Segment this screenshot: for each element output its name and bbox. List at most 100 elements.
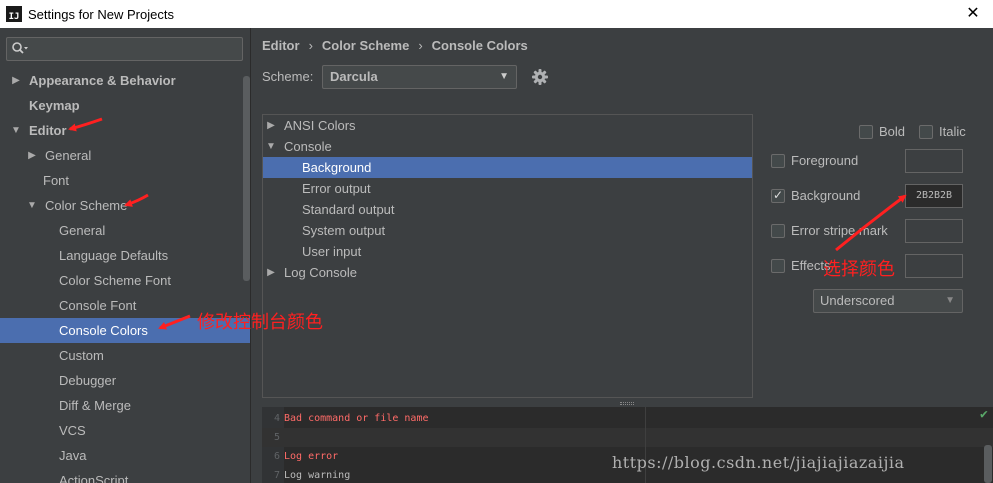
sidebar-item[interactable]: Custom [0,343,250,368]
sidebar-item[interactable]: ▶ Appearance & Behavior [0,68,250,93]
sidebar-item[interactable]: Debugger [0,368,250,393]
bold-label: Bold [879,124,906,139]
scheme-label: Scheme: [262,69,314,84]
sidebar-item-label: VCS [59,423,86,438]
preview-code-text: Bad command or file name [284,413,429,424]
color-element-label: Error output [302,181,371,196]
preview-line: 4 Bad command or file name [262,409,993,428]
background-color-swatch[interactable]: 2B2B2B [905,184,963,208]
checkmark-icon: ✔ [980,407,988,422]
foreground-checkbox[interactable] [771,154,785,168]
color-element-label: Background [302,160,372,175]
effects-checkbox[interactable] [771,259,785,273]
sidebar-item-label: Custom [59,348,104,363]
breadcrumb-color-scheme[interactable]: Color Scheme [322,36,409,56]
preview-code-text: Log error [284,451,339,462]
annotation-choose-color: 选择颜色 [823,259,895,280]
color-element-item[interactable]: Error output [263,178,752,199]
search-icon [12,42,28,54]
error-stripe-label: Error stripe mark [791,223,888,238]
sidebar-item-label: Language Defaults [59,248,169,263]
line-number: 7 [273,470,280,481]
line-number: 6 [273,451,280,462]
collapsed-arrow-icon[interactable]: ▶ [265,262,277,283]
settings-sidebar: ▶ Appearance & Behavior Keymap ▼ Editor ▶ Gene… [0,28,251,483]
intellij-logo-icon: IJ [6,6,22,22]
breadcrumb: Editor › Color Scheme › Console Colors [262,36,528,56]
sidebar-item[interactable]: ▼ Editor [0,118,250,143]
scheme-value: Darcula [330,69,378,84]
italic-checkbox[interactable] [919,125,933,139]
sidebar-item[interactable]: Keymap [0,93,250,118]
sidebar-item-label: Java [59,448,87,463]
settings-search-input[interactable] [6,37,243,61]
color-element-item[interactable]: Standard output [263,199,752,220]
sidebar-item-label: Appearance & Behavior [29,73,176,88]
sidebar-item-label: Console Font [59,298,137,313]
window-titlebar: IJ Settings for New Projects ✕ [0,0,993,28]
annotation-modify-console: 修改控制台颜色 [197,312,323,333]
line-number: 5 [273,432,280,443]
foreground-label: Foreground [791,153,859,168]
sidebar-item[interactable]: ActionScript [0,468,250,483]
sidebar-item-label: ActionScript [59,473,129,483]
sidebar-item[interactable]: ▼ Color Scheme [0,193,250,218]
sidebar-item[interactable]: Language Defaults [0,243,250,268]
breadcrumb-separator: › [418,38,423,53]
sidebar-item-label: Color Scheme [45,198,128,213]
color-element-item[interactable]: User input [263,241,752,262]
color-element-item[interactable]: ▶ Log Console [263,262,752,283]
close-window-button[interactable]: ✕ [963,4,983,24]
sidebar-item-label: Font [43,173,70,188]
chevron-down-icon: ▼ [945,295,955,306]
gear-icon[interactable] [531,68,549,86]
sidebar-item-label: Keymap [29,98,80,113]
effects-type-select[interactable]: Underscored ▼ [813,289,963,313]
breadcrumb-console-colors: Console Colors [431,38,528,53]
breadcrumb-separator: › [308,38,313,53]
sidebar-scrollbar[interactable] [243,76,250,281]
background-label: Background [791,188,861,203]
collapsed-arrow-icon[interactable]: ▶ [26,143,38,168]
color-element-item[interactable]: ▼ Console [263,136,752,157]
color-elements-tree: ▶ ANSI Colors ▼ Console Background Error outp… [262,114,753,398]
bold-checkbox[interactable] [859,125,873,139]
sidebar-item-label: Diff & Merge [59,398,132,413]
sidebar-item[interactable]: Java [0,443,250,468]
expanded-arrow-icon[interactable]: ▼ [265,136,277,157]
collapsed-arrow-icon[interactable]: ▶ [265,115,277,136]
expanded-arrow-icon[interactable]: ▼ [26,193,38,218]
foreground-color-swatch[interactable] [905,149,963,173]
sidebar-item[interactable]: Font [0,168,250,193]
sidebar-item[interactable]: VCS [0,418,250,443]
splitter-grip-icon[interactable] [620,402,634,405]
collapsed-arrow-icon[interactable]: ▶ [10,68,22,93]
preview-scrollbar[interactable] [984,445,992,483]
color-element-item[interactable]: ▶ ANSI Colors [263,115,752,136]
scheme-select[interactable]: Darcula ▼ [322,65,517,89]
color-element-label: Console [284,139,332,154]
background-checkbox[interactable] [771,188,785,203]
sidebar-item-label: Console Colors [59,323,148,338]
sidebar-item-label: Color Scheme Font [59,273,171,288]
preview-line: 5 [262,428,993,447]
color-element-item[interactable]: System output [263,220,752,241]
sidebar-item[interactable]: Diff & Merge [0,393,250,418]
window-title: Settings for New Projects [28,6,174,22]
chevron-down-icon: ▼ [499,71,509,82]
italic-label: Italic [939,124,966,139]
sidebar-item[interactable]: ▶ General [0,143,250,168]
error-stripe-checkbox[interactable] [771,224,785,238]
sidebar-item[interactable]: General [0,218,250,243]
expanded-arrow-icon[interactable]: ▼ [10,118,22,143]
color-element-label: System output [302,223,386,238]
effects-color-swatch[interactable] [905,254,963,278]
sidebar-item-label: Editor [29,123,67,138]
color-element-item[interactable]: Background [263,157,752,178]
sidebar-item[interactable]: Color Scheme Font [0,268,250,293]
color-element-label: Standard output [302,202,395,217]
error-stripe-color-swatch[interactable] [905,219,963,243]
breadcrumb-editor[interactable]: Editor [262,36,300,56]
preview-code-text: Log warning [284,470,351,481]
sidebar-item-label: General [59,223,106,238]
